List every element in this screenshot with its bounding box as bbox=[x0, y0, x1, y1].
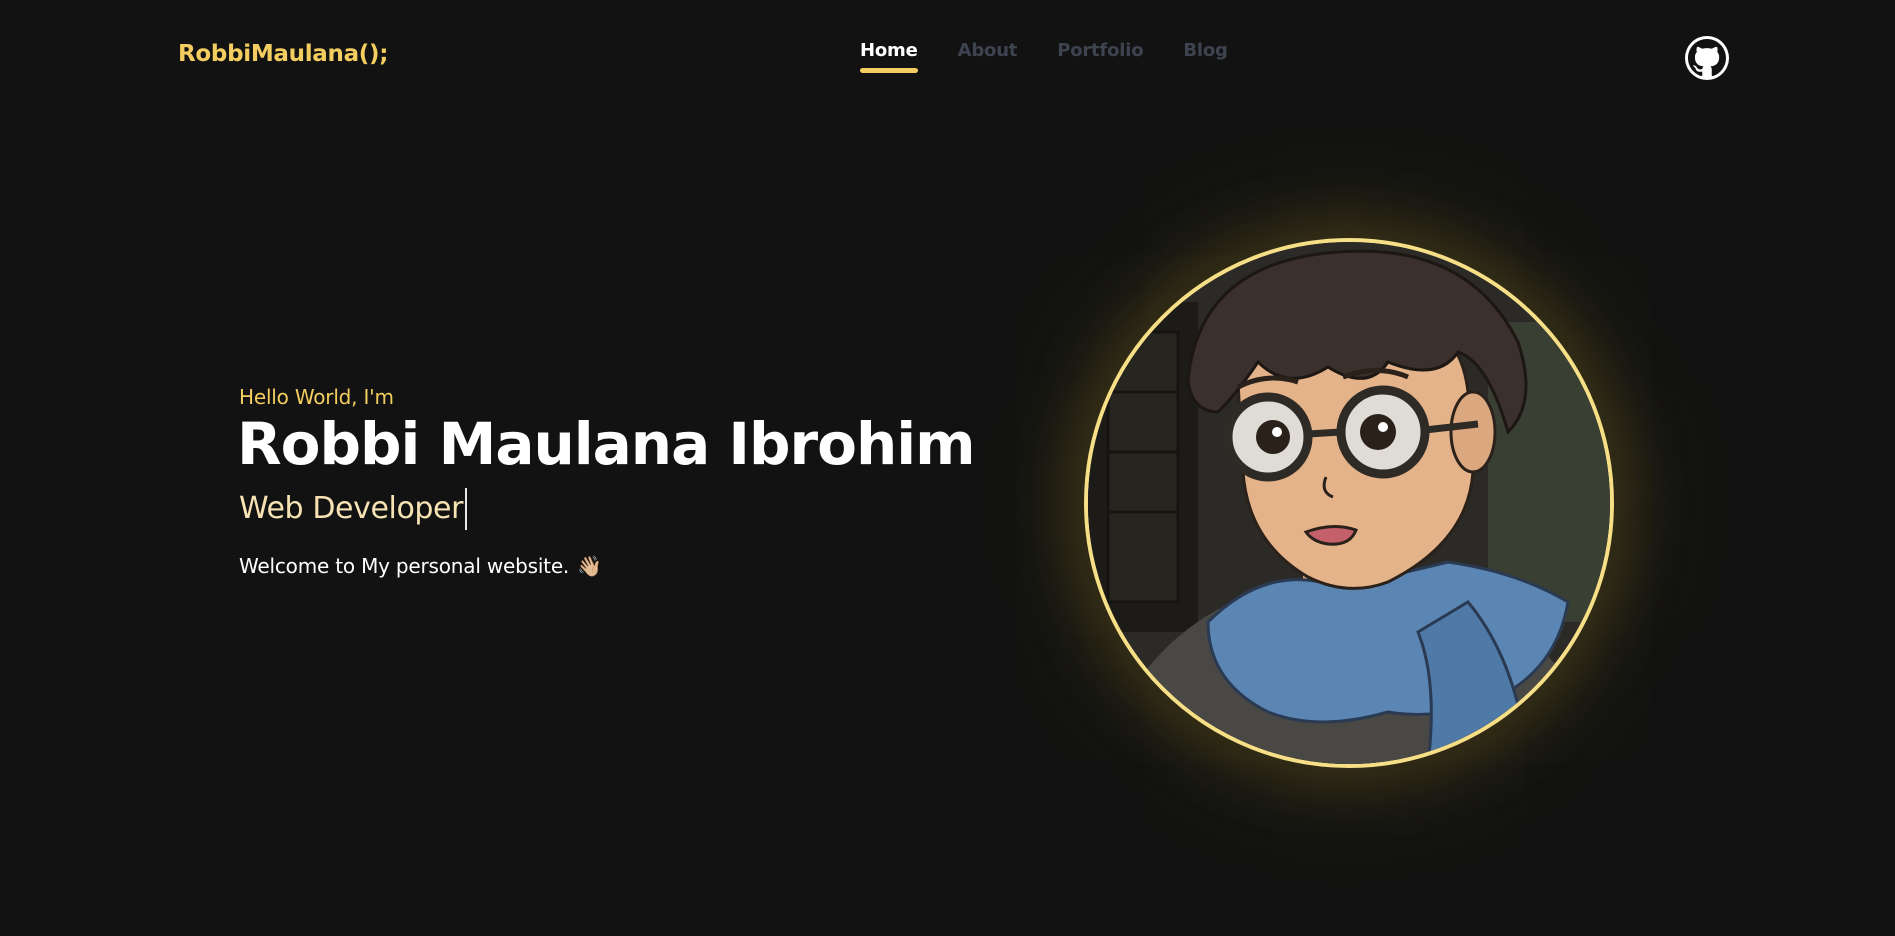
nav-item-label: About bbox=[957, 40, 1018, 61]
nav-item-portfolio[interactable]: Portfolio bbox=[1057, 40, 1143, 73]
nav-item-home[interactable]: Home bbox=[860, 40, 918, 73]
nav-item-label: Blog bbox=[1183, 40, 1228, 61]
main-nav: Home About Portfolio Blog bbox=[860, 40, 1228, 73]
typing-caret bbox=[465, 487, 468, 530]
github-icon bbox=[1688, 39, 1726, 77]
hero-welcome: Welcome to My personal website. 👋🏼 bbox=[239, 554, 975, 578]
avatar-illustration bbox=[1088, 242, 1610, 764]
site-logo[interactable]: RobbiMaulana(); bbox=[178, 41, 388, 67]
github-link[interactable] bbox=[1685, 36, 1729, 80]
hero-name: Robbi Maulana Ibrohim bbox=[237, 410, 976, 478]
nav-item-about[interactable]: About bbox=[958, 40, 1018, 73]
hero-role-line: Web Developer bbox=[239, 487, 975, 530]
waving-hand-icon: 👋🏼 bbox=[577, 553, 602, 578]
nav-item-label: Portfolio bbox=[1057, 40, 1144, 61]
welcome-text: Welcome to My personal website. bbox=[239, 553, 570, 578]
hero-greeting: Hello World, I'm bbox=[239, 385, 394, 409]
page: RobbiMaulana(); Home About Portfolio Blo… bbox=[0, 0, 1895, 936]
nav-item-blog[interactable]: Blog bbox=[1183, 40, 1228, 73]
active-nav-underline bbox=[860, 68, 918, 73]
hero-role: Web Developer bbox=[239, 491, 464, 527]
avatar bbox=[1084, 238, 1614, 768]
nav-item-label: Home bbox=[860, 40, 918, 61]
site-header: RobbiMaulana(); Home About Portfolio Blo… bbox=[0, 0, 1895, 110]
hero-intro: Hello World, I'm Robbi Maulana Ibrohim W… bbox=[237, 385, 976, 578]
